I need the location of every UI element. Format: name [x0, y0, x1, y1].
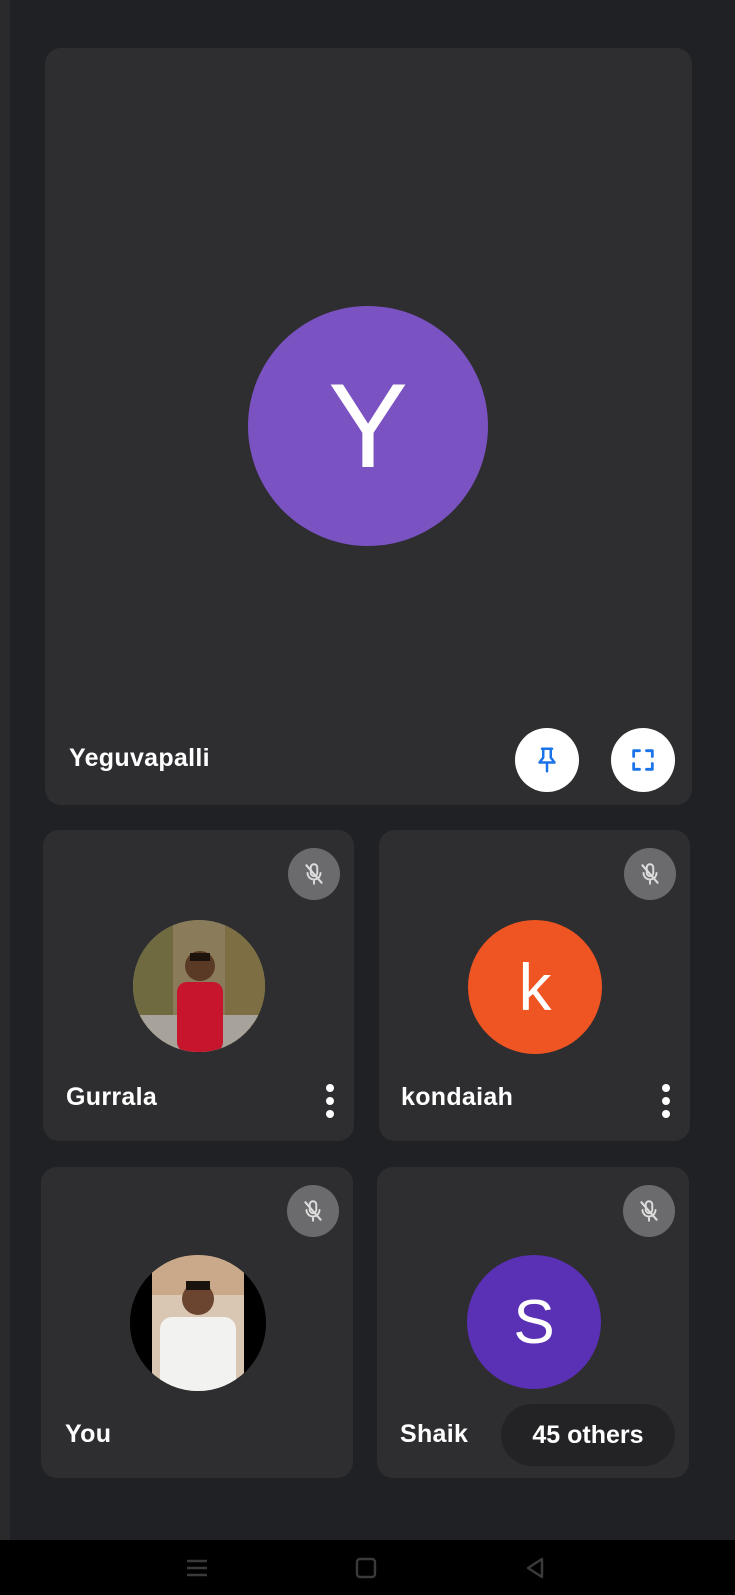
mic-off-icon — [304, 1200, 322, 1222]
pin-icon — [538, 747, 556, 773]
mic-off-icon — [305, 863, 323, 885]
mic-muted-indicator — [288, 848, 340, 900]
avatar — [130, 1255, 266, 1391]
participant-name: Gurrala — [66, 1083, 158, 1111]
mic-muted-indicator — [623, 1185, 675, 1237]
participant-tile-you[interactable]: You — [41, 1167, 353, 1478]
mic-muted-indicator — [624, 848, 676, 900]
avatar-initial: k — [518, 950, 552, 1024]
participant-tile-kondaiah[interactable]: k kondaiah — [379, 830, 690, 1141]
mic-off-icon — [641, 863, 659, 885]
avatar: k — [468, 920, 602, 1054]
fullscreen-icon — [632, 749, 654, 771]
more-options-button[interactable] — [651, 1076, 681, 1126]
back-icon — [526, 1557, 544, 1579]
recents-button[interactable] — [177, 1550, 217, 1586]
home-button[interactable] — [346, 1550, 386, 1586]
participant-name: Shaik — [400, 1420, 469, 1448]
avatar: Y — [248, 306, 488, 546]
avatar-initial: S — [513, 1287, 555, 1357]
others-count-label: 45 others — [532, 1420, 644, 1449]
more-vert-icon — [662, 1084, 670, 1118]
participant-tile-main[interactable]: Y Yeguvapalli — [45, 48, 692, 805]
avatar-initial: Y — [327, 359, 409, 493]
others-count-button[interactable]: 45 others — [501, 1404, 675, 1466]
avatar — [133, 920, 265, 1052]
participant-tile-gurrala[interactable]: Gurrala — [43, 830, 354, 1141]
menu-icon — [187, 1559, 207, 1577]
system-nav-bar — [0, 1540, 735, 1595]
more-options-button[interactable] — [315, 1076, 345, 1126]
mic-off-icon — [640, 1200, 658, 1222]
pin-button[interactable] — [515, 728, 579, 792]
avatar: S — [467, 1255, 601, 1389]
participant-name: kondaiah — [401, 1083, 514, 1111]
participant-tile-shaik[interactable]: S Shaik 45 others — [377, 1167, 689, 1478]
mic-muted-indicator — [287, 1185, 339, 1237]
back-button[interactable] — [515, 1550, 555, 1586]
more-vert-icon — [326, 1084, 334, 1118]
fullscreen-button[interactable] — [611, 728, 675, 792]
home-icon — [355, 1557, 377, 1579]
participant-name: You — [65, 1420, 112, 1448]
screen-edge — [0, 0, 10, 1540]
meeting-screen: Y Yeguvapalli Gurrala k kondaiah You S S… — [0, 0, 735, 1595]
participant-name: Yeguvapalli — [69, 744, 210, 772]
